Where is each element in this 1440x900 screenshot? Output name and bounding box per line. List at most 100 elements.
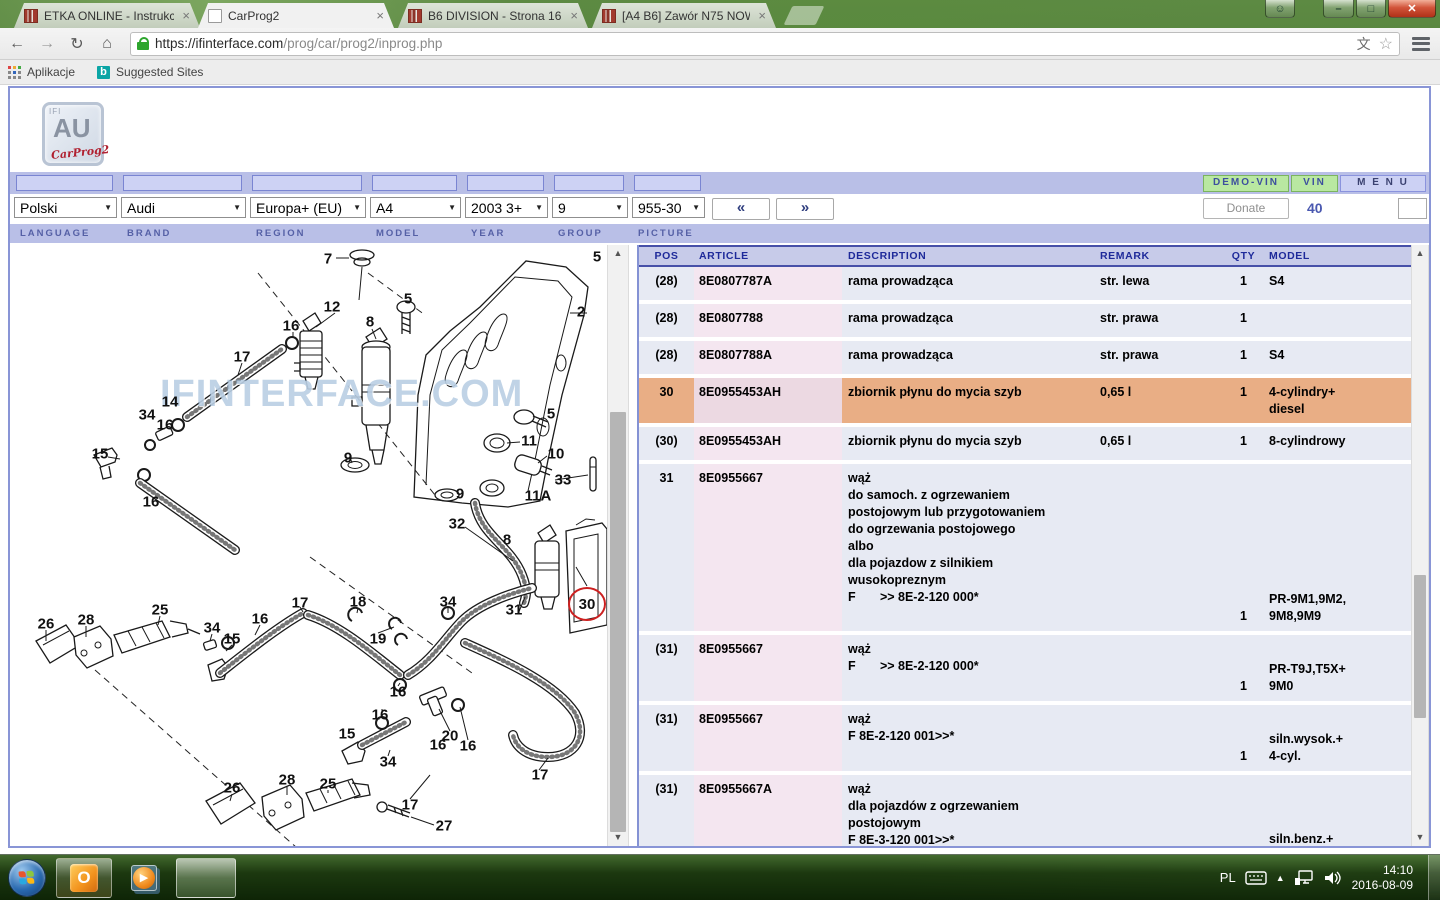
browser-toolbar: ← → ↻ ⌂ https://ifinterface.com/prog/car…: [0, 28, 1440, 60]
bookmark-suggested-sites[interactable]: Suggested Sites: [116, 65, 203, 79]
select-year[interactable]: 2003 3+ ▼: [465, 197, 548, 218]
table-row[interactable]: (28)8E0807787Arama prowadzącastr. lewa1S…: [639, 267, 1411, 300]
select-language[interactable]: Polski▼: [14, 197, 117, 218]
scroll-down-icon[interactable]: ▼: [608, 829, 628, 846]
filter-box-region[interactable]: [252, 175, 362, 191]
diagram-part-label: 15: [92, 446, 109, 463]
select-picture[interactable]: 955-30▼: [632, 197, 705, 218]
start-button[interactable]: [8, 859, 46, 897]
scrollbar-thumb[interactable]: [610, 412, 626, 832]
diagram-part-label: 15: [224, 631, 241, 648]
tab-close-icon[interactable]: ×: [568, 8, 580, 23]
tab-close-icon[interactable]: ×: [180, 8, 192, 23]
cell-description: wążdo samoch. z ogrzewaniempostojowym lu…: [842, 464, 1095, 631]
pump-8: [538, 525, 556, 543]
scroll-up-icon[interactable]: ▲: [1412, 245, 1428, 262]
bookmark-star-icon[interactable]: ☆: [1379, 34, 1393, 54]
tab-strip: ETKA ONLINE - Instrukcje×CarProg2×B6 DIV…: [0, 0, 1440, 28]
select-model[interactable]: A4▼: [370, 197, 461, 218]
table-row[interactable]: (28)8E0807788rama prowadzącastr. prawa1: [639, 304, 1411, 337]
demo-vin-button[interactable]: DEMO-VIN: [1203, 175, 1289, 192]
home-button[interactable]: ⌂: [94, 32, 120, 56]
select-value: 955-30: [638, 200, 682, 216]
speaker-icon[interactable]: [1323, 870, 1341, 886]
back-button[interactable]: ←: [4, 32, 30, 56]
forward-button[interactable]: →: [34, 32, 60, 56]
language-indicator[interactable]: PL: [1220, 870, 1236, 885]
taskbar-media-player-button[interactable]: ▶: [122, 859, 166, 897]
url-path: /prog/car/prog2/inprog.php: [283, 36, 442, 51]
address-bar[interactable]: https://ifinterface.com/prog/car/prog2/i…: [130, 32, 1400, 56]
cell-pos: (28): [639, 341, 694, 374]
filter-labels-strip: LANGUAGEBRANDREGIONMODELYEARGROUPPICTURE: [10, 224, 1429, 243]
diagram-part-label: 34: [139, 407, 156, 424]
description-line: wąż: [848, 470, 1095, 487]
browser-menu-icon[interactable]: [1412, 37, 1430, 51]
browser-tab[interactable]: CarProg2×: [198, 3, 394, 28]
hidden-icons-arrow[interactable]: ▲: [1276, 873, 1285, 883]
show-desktop-button[interactable]: [1428, 855, 1440, 900]
prev-picture-button[interactable]: «: [712, 198, 770, 220]
network-icon[interactable]: [1294, 870, 1314, 886]
diagram-part-label: 14: [162, 394, 179, 411]
select-value: A4: [376, 200, 393, 216]
browser-tab[interactable]: B6 DIVISION - Strona 162×: [398, 3, 588, 28]
minimize-button[interactable]: –: [1323, 0, 1354, 18]
table-row[interactable]: (31)8E0955667wążF >> 8E-2-120 000*1PR-T9…: [639, 635, 1411, 701]
table-row[interactable]: (31)8E0955667wążF 8E-2-120 001>>*1siln.w…: [639, 705, 1411, 771]
tab-close-icon[interactable]: ×: [756, 8, 768, 23]
taskbar-active-window-button[interactable]: [176, 858, 236, 898]
diagram-part-label: 11: [521, 433, 537, 450]
small-input-box[interactable]: [1398, 198, 1427, 219]
filter-box-year[interactable]: [467, 175, 544, 191]
maximize-button[interactable]: □: [1356, 0, 1386, 18]
donate-button[interactable]: Donate: [1203, 198, 1289, 219]
table-scrollbar[interactable]: ▲ ▼: [1411, 245, 1429, 846]
time-text: 14:10: [1352, 863, 1413, 878]
leader-line: [359, 267, 362, 300]
apps-grid-icon[interactable]: [8, 66, 21, 79]
taskbar-outlook-button[interactable]: O: [56, 858, 112, 898]
connector-15: [203, 639, 217, 650]
cell-model: siln.benz.+4-cyl.: [1262, 775, 1411, 846]
filter-selects-strip: Polski▼Audi▼Europa+ (EU)▼A4▼2003 3+▼9▼95…: [10, 194, 1429, 224]
cell-qty: 1: [1225, 635, 1262, 701]
menu-button[interactable]: M E N U: [1340, 175, 1426, 192]
bookmark-aplikacje[interactable]: Aplikacje: [27, 65, 75, 79]
model-line: diesel: [1269, 401, 1411, 418]
chevron-down-icon: ▼: [535, 203, 543, 212]
filter-box-brand[interactable]: [123, 175, 242, 191]
browser-tab[interactable]: [A4 B6] Zawór N75 NOWY×: [592, 3, 776, 28]
close-button[interactable]: ✕: [1388, 0, 1436, 18]
scrollbar-thumb[interactable]: [1414, 575, 1426, 718]
select-value: 2003 3+: [471, 200, 522, 216]
cell-description: wążdla pojazdów z ogrzewaniempostojowymF…: [842, 775, 1095, 846]
profile-icon[interactable]: ☺: [1265, 0, 1295, 18]
scroll-up-icon[interactable]: ▲: [608, 245, 628, 262]
table-row[interactable]: 308E0955453AHzbiornik płynu do mycia szy…: [639, 378, 1411, 423]
table-row[interactable]: 318E0955667wążdo samoch. z ogrzewaniempo…: [639, 464, 1411, 631]
reload-button[interactable]: ↻: [64, 32, 90, 56]
filter-box-language[interactable]: [16, 175, 113, 191]
keyboard-icon[interactable]: [1245, 871, 1267, 885]
next-picture-button[interactable]: »: [776, 198, 834, 220]
clock[interactable]: 14:10 2016-08-09: [1352, 863, 1413, 893]
filter-box-model[interactable]: [372, 175, 457, 191]
select-region[interactable]: Europa+ (EU)▼: [250, 197, 366, 218]
tab-close-icon[interactable]: ×: [374, 8, 386, 23]
filter-box-group[interactable]: [554, 175, 624, 191]
vin-button[interactable]: VIN: [1291, 175, 1338, 192]
browser-tab[interactable]: ETKA ONLINE - Instrukcje×: [14, 3, 200, 28]
scroll-down-icon[interactable]: ▼: [1412, 829, 1428, 846]
select-brand[interactable]: Audi▼: [121, 197, 246, 218]
table-row[interactable]: (28)8E0807788Arama prowadzącastr. prawa1…: [639, 341, 1411, 374]
table-row[interactable]: (30)8E0955453AHzbiornik płynu do mycia s…: [639, 427, 1411, 460]
translate-icon[interactable]: 文: [1357, 34, 1371, 54]
select-group[interactable]: 9▼: [552, 197, 628, 218]
url-host: https://ifinterface.com: [155, 36, 283, 51]
diagram-part-label: 5: [593, 249, 601, 266]
description-line: wąż: [848, 641, 1095, 658]
diagram-scrollbar[interactable]: ▲ ▼: [607, 245, 629, 846]
table-row[interactable]: (31)8E0955667Awążdla pojazdów z ogrzewan…: [639, 775, 1411, 846]
filter-box-picture[interactable]: [634, 175, 701, 191]
